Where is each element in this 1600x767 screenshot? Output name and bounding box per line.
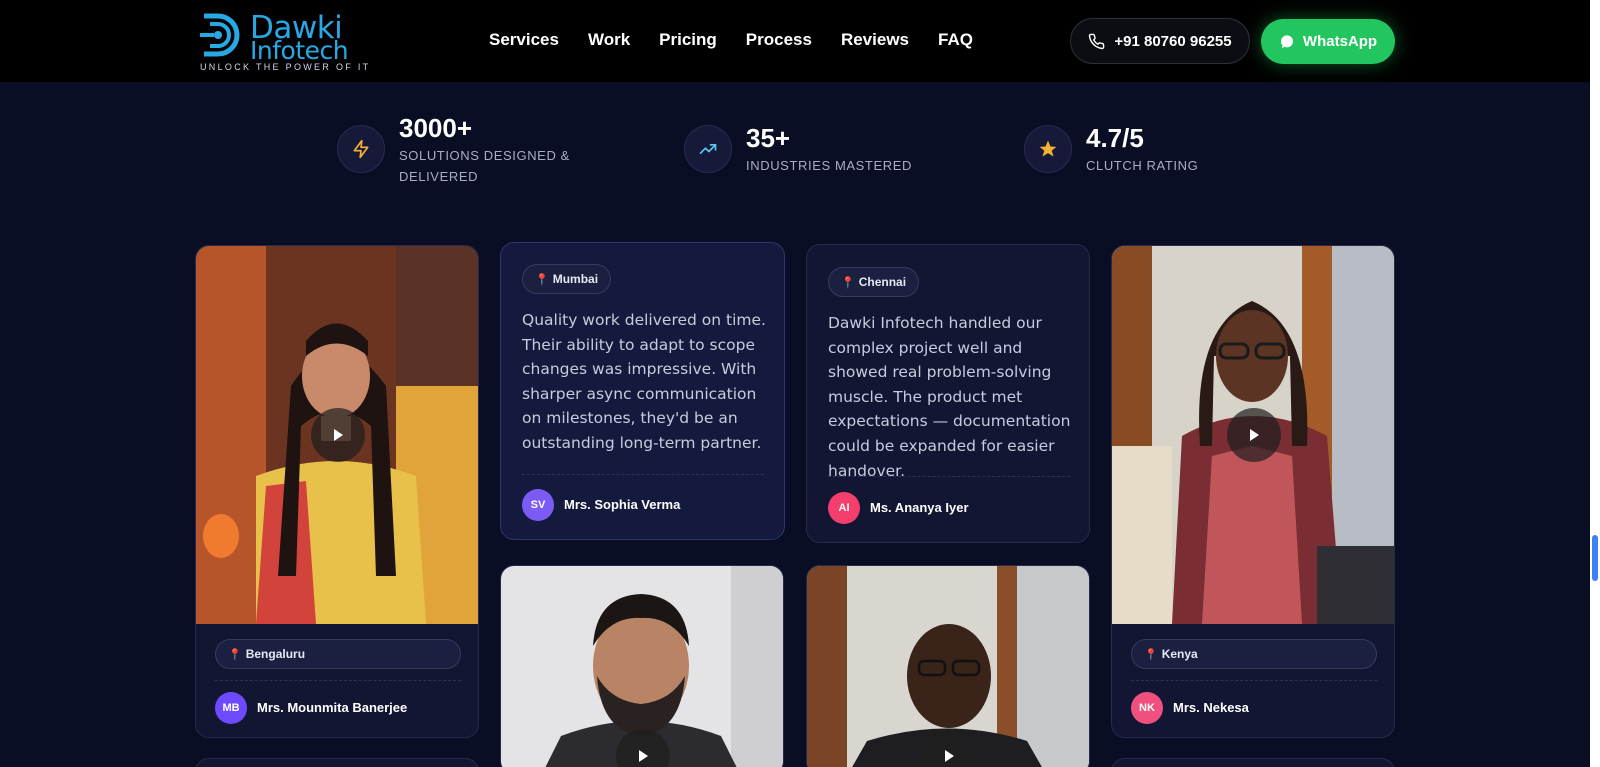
stat-value: 3000+ — [399, 113, 473, 143]
logo-tagline: UNLOCK THE POWER OF IT — [200, 62, 371, 72]
location-badge: 📍 Chennai — [828, 267, 920, 297]
play-icon — [334, 429, 343, 441]
brand-logo[interactable]: Dawki Infotech UNLOCK THE POWER OF IT — [200, 10, 372, 72]
pin-icon: 📍 — [535, 273, 549, 286]
testimonial-card-partial — [195, 758, 479, 767]
stat-value: 4.7/5 — [1086, 123, 1144, 153]
main-menu: Services Work Pricing Process Reviews FA… — [489, 30, 1002, 50]
play-icon — [1250, 429, 1259, 441]
play-icon — [639, 750, 648, 762]
play-icon — [945, 750, 954, 762]
star-icon — [1039, 140, 1057, 157]
divider — [522, 474, 764, 475]
testimonial-quote: Quality work delivered on time. Their ab… — [522, 311, 766, 452]
pin-icon: 📍 — [228, 648, 242, 661]
testimonial-card-chennai: 📍 Chennai Dawki Infotech handled our com… — [806, 244, 1090, 543]
location-badge: 📍 Kenya — [1131, 639, 1377, 669]
testimonial-card-video-man-1 — [500, 565, 784, 767]
phone-number: +91 80760 96255 — [1114, 32, 1232, 50]
divider — [1131, 680, 1377, 681]
stat-icon-wrap — [337, 125, 385, 173]
nav-link-work[interactable]: Work — [588, 30, 630, 50]
nav-link-faq[interactable]: FAQ — [938, 30, 973, 50]
testimonial-card-video-man-2 — [806, 565, 1090, 767]
whatsapp-label: WhatsApp — [1302, 33, 1378, 50]
play-button[interactable] — [311, 408, 365, 462]
location-label: Kenya — [1161, 647, 1198, 661]
video-thumbnail[interactable] — [807, 566, 1089, 767]
stat-icon-wrap — [1024, 125, 1072, 173]
avatar: SV — [522, 489, 554, 521]
video-thumbnail[interactable] — [196, 246, 478, 624]
stat-icon-wrap — [684, 125, 732, 173]
reviewer-name: Mrs. Nekesa — [1173, 700, 1249, 715]
reviewer-name: Ms. Ananya Iyer — [870, 500, 969, 515]
divider — [215, 680, 461, 681]
nav-link-process[interactable]: Process — [746, 30, 812, 50]
avatar: AI — [828, 492, 860, 524]
testimonial-card-bengaluru: 📍 Bengaluru MB Mrs. Mounmita Banerjee — [195, 245, 479, 738]
stat-label: INDUSTRIES MASTERED — [746, 158, 912, 173]
play-button[interactable] — [1227, 408, 1281, 462]
stat-industries: 35+ INDUSTRIES MASTERED — [684, 123, 912, 176]
stat-solutions: 3000+ SOLUTIONS DESIGNED & DELIVERED — [337, 113, 584, 187]
video-thumbnail[interactable] — [1112, 246, 1394, 624]
nav-link-pricing[interactable]: Pricing — [659, 30, 717, 50]
divider — [828, 476, 1070, 477]
testimonial-quote: Dawki Infotech handled our complex proje… — [828, 314, 1071, 480]
reviewer-name: Mrs. Mounmita Banerjee — [257, 700, 408, 715]
stat-value: 35+ — [746, 123, 791, 153]
avatar: NK — [1131, 692, 1163, 724]
testimonial-card-partial — [1111, 758, 1395, 767]
stat-rating: 4.7/5 CLUTCH RATING — [1024, 123, 1198, 176]
page-scrollbar-thumb[interactable] — [1592, 535, 1598, 581]
pin-icon: 📍 — [1144, 648, 1158, 661]
lightning-icon — [353, 139, 369, 159]
phone-button[interactable]: +91 80760 96255 — [1070, 18, 1250, 64]
testimonial-card-kenya: 📍 Kenya NK Mrs. Nekesa — [1111, 245, 1395, 738]
stat-label: SOLUTIONS DESIGNED & DELIVERED — [399, 148, 570, 184]
location-label: Chennai — [858, 275, 907, 289]
location-label: Bengaluru — [245, 647, 306, 661]
nav-link-services[interactable]: Services — [489, 30, 559, 50]
video-thumbnail[interactable] — [501, 566, 783, 767]
whatsapp-icon — [1280, 34, 1293, 49]
location-badge: 📍 Bengaluru — [215, 639, 461, 669]
reviewer-name: Mrs. Sophia Verma — [564, 497, 681, 512]
location-label: Mumbai — [552, 272, 599, 286]
location-badge: 📍 Mumbai — [522, 264, 612, 294]
testimonial-card-mumbai: 📍 Mumbai Quality work delivered on time.… — [500, 242, 785, 540]
trending-up-icon — [699, 144, 717, 154]
nav-link-reviews[interactable]: Reviews — [841, 30, 909, 50]
pin-icon: 📍 — [841, 276, 855, 289]
logo-name-line2: Infotech — [250, 36, 349, 65]
logo-mark-icon — [200, 13, 240, 57]
whatsapp-button[interactable]: WhatsApp — [1261, 19, 1395, 64]
phone-icon — [1089, 33, 1105, 49]
top-navbar: Dawki Infotech UNLOCK THE POWER OF IT Se… — [0, 0, 1590, 82]
page-scrollbar-track[interactable] — [1590, 0, 1600, 767]
avatar: MB — [215, 692, 247, 724]
stat-label: CLUTCH RATING — [1086, 158, 1199, 173]
